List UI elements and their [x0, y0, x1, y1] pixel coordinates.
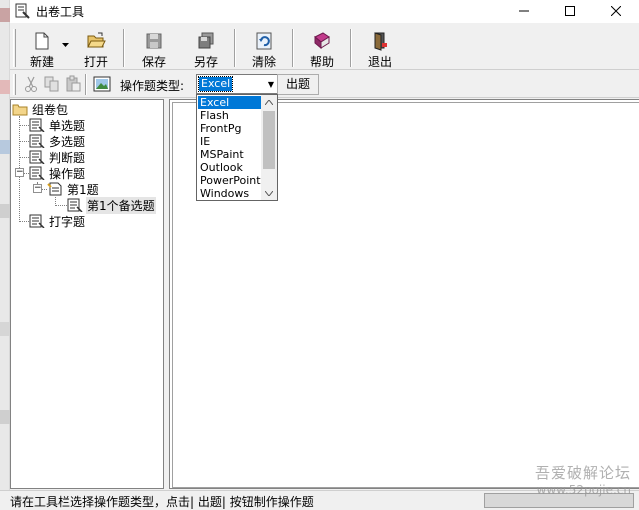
app-icon	[15, 3, 30, 19]
status-message: 请在工具栏选择操作题类型，点击| 出题| 按钮制作操作题	[10, 495, 314, 509]
paper-tree-view[interactable]: − − 组卷包 单选题 多选题 判断题 操作题 第1题 第1个备选题 打字题	[10, 99, 164, 489]
desktop-fragment	[0, 322, 10, 336]
tree-node-question-1[interactable]: 第1题	[47, 181, 100, 197]
main-toolbar: 新建 打开 保存 另存 清除 帮助 退出	[10, 22, 639, 70]
dropdown-option[interactable]: Flash	[198, 109, 261, 122]
save-as-button[interactable]: 另存	[184, 27, 228, 69]
copy-icon[interactable]	[43, 75, 61, 93]
tree-connector	[19, 157, 29, 158]
dropdown-option[interactable]: Outlook	[198, 161, 261, 174]
minimize-button[interactable]	[501, 0, 547, 22]
scroll-up-icon[interactable]	[261, 95, 277, 109]
desktop-fragment	[0, 140, 10, 154]
toolbar-separator	[350, 29, 352, 67]
clear-button[interactable]: 清除	[242, 27, 286, 69]
folder-icon	[12, 104, 28, 116]
new-document-icon	[35, 32, 49, 50]
question-list-icon	[29, 214, 45, 228]
desktop-fragment	[0, 8, 10, 22]
question-list-icon	[29, 134, 45, 148]
minimize-icon	[519, 10, 529, 12]
exit-door-icon	[374, 32, 387, 51]
tree-node-operation[interactable]: 操作题	[29, 165, 86, 181]
question-type-value: Excel	[197, 76, 234, 92]
dropdown-option[interactable]: Excel	[198, 96, 261, 109]
toolbar-grip[interactable]	[13, 29, 16, 67]
paste-icon[interactable]	[64, 75, 82, 93]
desktop-background-strip	[0, 0, 10, 509]
question-type-toolbar: 操作题类型: Excel ▼ 出题	[10, 71, 639, 98]
toolbar-separator	[292, 29, 294, 67]
toolbar-separator	[85, 74, 87, 95]
close-icon	[611, 6, 621, 16]
dropdown-scrollbar[interactable]	[261, 95, 277, 200]
save-as-icon	[198, 32, 214, 49]
chevron-down-icon[interactable]: ▼	[265, 75, 277, 93]
tree-node-typing[interactable]: 打字题	[29, 213, 86, 229]
tree-node-true-false[interactable]: 判断题	[29, 149, 86, 165]
question-list-icon	[29, 166, 45, 180]
tree-node-alternative-1[interactable]: 第1个备选题	[67, 196, 156, 214]
open-folder-icon	[87, 32, 106, 48]
toolbar-separator	[123, 29, 125, 67]
tree-connector	[19, 125, 29, 126]
generate-question-button[interactable]: 出题	[277, 74, 319, 95]
dropdown-option[interactable]: Windows	[198, 187, 261, 200]
clear-icon	[256, 32, 272, 50]
desktop-fragment	[0, 80, 10, 94]
tree-node-single-choice[interactable]: 单选题	[29, 117, 86, 133]
new-button[interactable]: 新建	[20, 27, 64, 69]
collapse-toggle[interactable]: −	[15, 168, 24, 177]
watermark: 吾爱破解论坛 www.52pojie.cn	[534, 464, 631, 497]
save-button[interactable]: 保存	[132, 27, 176, 69]
open-button[interactable]: 打开	[74, 27, 118, 69]
tree-connector	[19, 221, 29, 222]
question-list-icon	[67, 198, 83, 212]
scrollbar-thumb[interactable]	[263, 111, 275, 169]
tree-node-multiple-choice[interactable]: 多选题	[29, 133, 86, 149]
maximize-icon	[565, 6, 575, 16]
tree-connector	[55, 205, 67, 206]
desktop-fragment	[0, 204, 10, 218]
dropdown-option[interactable]: FrontPg	[198, 122, 261, 135]
question-list-icon	[29, 150, 45, 164]
help-book-icon	[314, 32, 330, 50]
question-type-dropdown-list[interactable]: Excel Flash FrontPg IE MSPaint Outlook P…	[196, 94, 278, 201]
new-dropdown-arrow-icon[interactable]	[62, 43, 69, 48]
desktop-fragment	[0, 410, 10, 424]
title-bar: 出卷工具	[10, 0, 639, 22]
cut-icon[interactable]	[22, 75, 40, 93]
collapse-toggle[interactable]: −	[33, 184, 42, 193]
close-button[interactable]	[593, 0, 639, 22]
save-disk-icon	[146, 33, 162, 49]
question-page-icon	[47, 182, 62, 196]
window-title: 出卷工具	[36, 5, 85, 19]
maximize-button[interactable]	[547, 0, 593, 22]
dropdown-option[interactable]: MSPaint	[198, 148, 261, 161]
question-type-label: 操作题类型:	[120, 79, 185, 93]
question-list-icon	[29, 118, 45, 132]
toolbar-grip[interactable]	[13, 74, 16, 95]
exit-button[interactable]: 退出	[358, 27, 402, 69]
dropdown-option[interactable]: PowerPoint	[198, 174, 261, 187]
tree-root-node[interactable]: 组卷包	[12, 101, 69, 117]
scroll-down-icon[interactable]	[261, 186, 277, 200]
picture-icon[interactable]	[93, 75, 111, 93]
dropdown-option[interactable]: IE	[198, 135, 261, 148]
toolbar-separator	[234, 29, 236, 67]
help-button[interactable]: 帮助	[300, 27, 344, 69]
question-type-combobox[interactable]: Excel ▼	[196, 74, 278, 94]
tree-connector	[19, 141, 29, 142]
